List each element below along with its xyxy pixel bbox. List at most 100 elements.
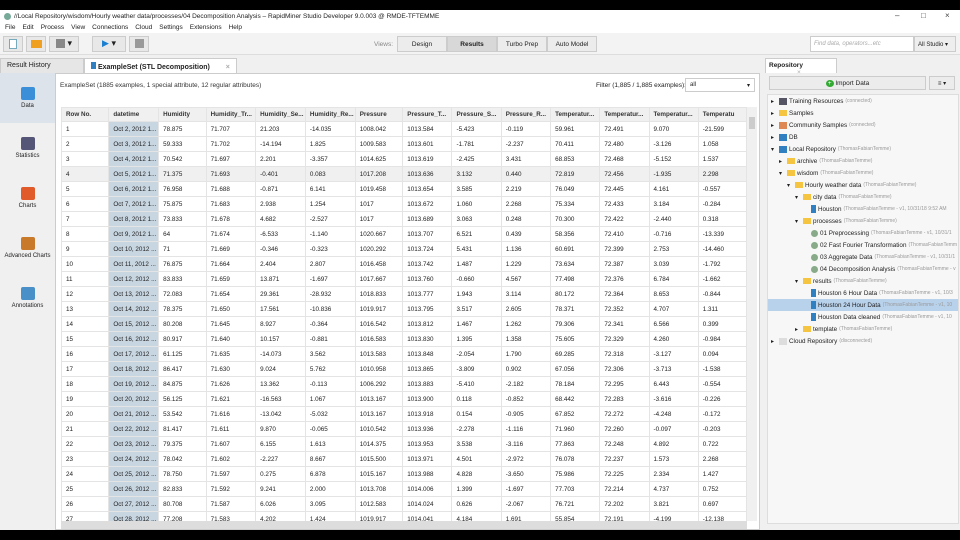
column-header[interactable]: Humidity xyxy=(158,107,207,122)
table-row[interactable]: 14 Oct 15, 2012 ... 80.208 71.645 8.927 -0.36… xyxy=(61,316,747,332)
sidebar-item-charts[interactable]: Charts xyxy=(0,173,55,223)
filter-dropdown[interactable]: all ▾ xyxy=(685,78,755,92)
minimize-button[interactable]: – xyxy=(895,11,899,20)
column-header[interactable]: Humidity_Re... xyxy=(304,107,356,122)
table-row[interactable]: 26 Oct 27, 2012 ... 80.708 71.587 6.026 3.095… xyxy=(61,496,747,512)
expand-arrow-icon[interactable]: ▸ xyxy=(771,98,777,105)
tab-exampleset[interactable]: ExampleSet (STL Decomposition) × xyxy=(84,58,237,73)
menu-extensions[interactable]: Extensions xyxy=(190,24,222,31)
column-header[interactable]: Pressure_T... xyxy=(402,107,453,122)
tree-node[interactable]: ▾ wisdom (ThomasFabianTemme) xyxy=(768,167,958,179)
tree-node[interactable]: ▸ DB xyxy=(768,131,958,143)
table-row[interactable]: 16 Oct 17, 2012 ... 61.125 71.635 -14.073 3.5… xyxy=(61,346,747,362)
menu-file[interactable]: File xyxy=(5,24,15,31)
table-row[interactable]: 25 Oct 26, 2012 ... 82.833 71.592 9.241 2.000… xyxy=(61,481,747,497)
global-search-input[interactable]: Find data, operators...etc xyxy=(810,36,914,52)
table-row[interactable]: 5 Oct 6, 2012 1... 76.958 71.688 -0.871 6.141… xyxy=(61,181,747,197)
expand-arrow-icon[interactable]: ▸ xyxy=(771,134,777,141)
tree-node[interactable]: Houston 24 Hour Data (ThomasFabianTemme -… xyxy=(768,299,958,311)
table-row[interactable]: 10 Oct 11, 2012 ... 76.875 71.664 2.404 2.807… xyxy=(61,256,747,272)
horizontal-scrollbar[interactable] xyxy=(61,521,747,529)
tree-node[interactable]: 03 Aggregate Data (ThomasFabianTemme - v1… xyxy=(768,251,958,263)
column-header[interactable]: Pressure xyxy=(354,107,404,122)
tree-node[interactable]: ▾ processes (ThomasFabianTemme) xyxy=(768,215,958,227)
view-results-button[interactable]: Results xyxy=(447,36,498,52)
menu-help[interactable]: Help xyxy=(229,24,242,31)
close-repository-icon[interactable]: × xyxy=(797,69,801,76)
menu-edit[interactable]: Edit xyxy=(22,24,33,31)
tree-node[interactable]: 02 Fast Fourier Transformation (ThomasFab… xyxy=(768,239,958,251)
table-row[interactable]: 7 Oct 8, 2012 1... 73.833 71.678 4.682 -2.527… xyxy=(61,211,747,227)
repository-menu-button[interactable]: ≡ ▾ xyxy=(929,76,955,90)
column-header[interactable]: Temperatur... xyxy=(648,107,699,122)
vertical-scrollbar[interactable] xyxy=(747,107,757,521)
table-row[interactable]: 17 Oct 18, 2012 ... 86.417 71.630 9.024 5.762… xyxy=(61,361,747,377)
view-auto-model-button[interactable]: Auto Model xyxy=(547,36,598,52)
expand-arrow-icon[interactable]: ▾ xyxy=(779,170,785,177)
run-button[interactable]: ▶ ▾ xyxy=(92,35,126,52)
tree-node[interactable]: ▸ template (ThomasFabianTemme) xyxy=(768,323,958,335)
tree-node[interactable]: Houston 6 Hour Data (ThomasFabianTemme - … xyxy=(768,287,958,299)
column-header[interactable]: Row No. xyxy=(61,107,110,122)
search-scope-dropdown[interactable]: All Studio ▾ xyxy=(914,36,956,52)
tree-node[interactable]: ▾ city data (ThomasFabianTemme) xyxy=(768,191,958,203)
column-header[interactable]: Humidity_Tr... xyxy=(205,107,257,122)
maximize-button[interactable]: □ xyxy=(921,11,926,20)
table-row[interactable]: 12 Oct 13, 2012 ... 72.083 71.654 29.361 -28.… xyxy=(61,286,747,302)
new-process-button[interactable] xyxy=(3,35,23,52)
table-row[interactable]: 19 Oct 20, 2012 ... 56.125 71.621 -16.563 1.0… xyxy=(61,391,747,407)
column-header[interactable]: datetime xyxy=(108,107,160,122)
table-row[interactable]: 15 Oct 16, 2012 ... 80.917 71.640 10.157 -0.8… xyxy=(61,331,747,347)
expand-arrow-icon[interactable]: ▾ xyxy=(795,278,801,285)
table-row[interactable]: 23 Oct 24, 2012 ... 78.042 71.602 -2.227 8.66… xyxy=(61,451,747,467)
tree-node[interactable]: 01 Preprocessing (ThomasFabianTemme - v1,… xyxy=(768,227,958,239)
repository-tab[interactable]: Repository × xyxy=(765,58,837,76)
tree-node[interactable]: ▸ Training Resources (connected) xyxy=(768,95,958,107)
table-row[interactable]: 21 Oct 22, 2012 ... 81.417 71.611 9.870 -0.06… xyxy=(61,421,747,437)
table-row[interactable]: 1 Oct 2, 2012 1... 78.875 71.707 21.203 -14.0… xyxy=(61,121,747,137)
table-row[interactable]: 18 Oct 19, 2012 ... 84.875 71.626 13.362 -0.1… xyxy=(61,376,747,392)
menu-cloud[interactable]: Cloud xyxy=(135,24,152,31)
table-row[interactable]: 13 Oct 14, 2012 ... 78.375 71.650 17.561 -10.… xyxy=(61,301,747,317)
table-row[interactable]: 11 Oct 12, 2012 ... 83.833 71.659 13.871 -1.6… xyxy=(61,271,747,287)
import-data-button[interactable]: + Import Data xyxy=(769,76,926,90)
expand-arrow-icon[interactable]: ▾ xyxy=(771,146,777,153)
table-row[interactable]: 27 Oct 28, 2012 ... 77.208 71.583 4.202 1.424… xyxy=(61,511,747,521)
expand-arrow-icon[interactable]: ▸ xyxy=(771,338,777,345)
expand-arrow-icon[interactable]: ▾ xyxy=(787,182,793,189)
menu-settings[interactable]: Settings xyxy=(159,24,183,31)
tree-node[interactable]: ▸ archive (ThomasFabianTemme) xyxy=(768,155,958,167)
column-header[interactable]: Temperatu xyxy=(697,107,747,122)
tree-node[interactable]: ▸ Samples xyxy=(768,107,958,119)
scroll-thumb[interactable] xyxy=(749,117,755,129)
table-row[interactable]: 24 Oct 25, 2012 ... 78.750 71.597 0.275 6.878… xyxy=(61,466,747,482)
table-row[interactable]: 6 Oct 7, 2012 1... 75.875 71.683 2.938 1.254 1… xyxy=(61,196,747,212)
menu-view[interactable]: View xyxy=(71,24,85,31)
expand-arrow-icon[interactable]: ▸ xyxy=(795,326,801,333)
close-tab-icon[interactable]: × xyxy=(226,64,230,71)
expand-arrow-icon[interactable]: ▸ xyxy=(771,110,777,117)
tree-node[interactable]: ▾ Local Repository (ThomasFabianTemme) xyxy=(768,143,958,155)
column-header[interactable]: Temperatur... xyxy=(599,107,650,122)
stop-button[interactable] xyxy=(129,35,149,52)
tree-node[interactable]: Houston (ThomasFabianTemme - v1, 10/31/18… xyxy=(768,203,958,215)
tree-node[interactable]: 04 Decomposition Analysis (ThomasFabianTe… xyxy=(768,263,958,275)
tree-node[interactable]: ▾ results (ThomasFabianTemme) xyxy=(768,275,958,287)
sidebar-item-annotations[interactable]: Annotations xyxy=(0,273,55,323)
column-header[interactable]: Humidity_Se... xyxy=(255,107,306,122)
table-row[interactable]: 22 Oct 23, 2012 ... 79.375 71.607 6.155 1.613… xyxy=(61,436,747,452)
tree-node[interactable]: ▾ Hourly weather data (ThomasFabianTemme) xyxy=(768,179,958,191)
tree-node[interactable]: ▸ Community Samples (connected) xyxy=(768,119,958,131)
sidebar-item-data[interactable]: Data xyxy=(0,73,55,123)
column-header[interactable]: Pressure_S... xyxy=(451,107,502,122)
save-button[interactable]: ▾ xyxy=(49,35,79,52)
column-header[interactable]: Pressure_R... xyxy=(500,107,552,122)
table-row[interactable]: 2 Oct 3, 2012 1... 59.333 71.702 -14.194 1.82… xyxy=(61,136,747,152)
expand-arrow-icon[interactable]: ▾ xyxy=(795,194,801,201)
table-row[interactable]: 9 Oct 10, 2012 ... 71 71.669 -0.346 -0.323 102… xyxy=(61,241,747,257)
table-row[interactable]: 8 Oct 9, 2012 1... 64 71.674 -6.533 -1.140 102… xyxy=(61,226,747,242)
view-turbo-prep-button[interactable]: Turbo Prep xyxy=(497,36,548,52)
tree-node[interactable]: Houston Data cleaned (ThomasFabianTemme -… xyxy=(768,311,958,323)
menu-process[interactable]: Process xyxy=(41,24,64,31)
tab-result-history[interactable]: Result History xyxy=(0,58,84,73)
